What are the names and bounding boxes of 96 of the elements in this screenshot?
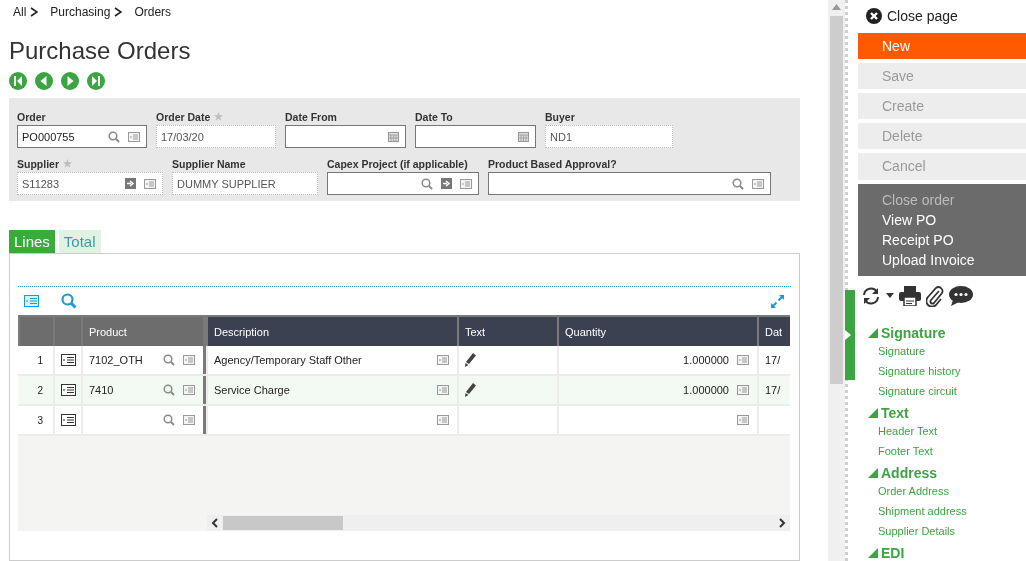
column-header[interactable]: Quantity	[557, 315, 757, 346]
close-page-link[interactable]: Close page	[887, 8, 958, 25]
pencil-icon[interactable]	[465, 353, 477, 367]
vertical-scrollbar[interactable]	[828, 0, 845, 561]
table-cell: Agency/Temporary Staff Other	[206, 346, 457, 374]
input-field[interactable]: PO000755	[17, 125, 147, 148]
expand-icon[interactable]	[770, 293, 785, 309]
chevron-icon	[114, 7, 123, 17]
scroll-up-icon[interactable]	[832, 4, 841, 10]
jump-arrow-icon[interactable]	[125, 178, 136, 189]
search-icon[interactable]	[163, 354, 175, 366]
table-cell: 1.000000	[557, 376, 757, 404]
field-label: Supplier	[17, 157, 59, 170]
search-icon[interactable]	[163, 384, 175, 396]
pencil-icon[interactable]	[465, 383, 477, 397]
close-icon[interactable]	[866, 8, 882, 25]
table-cell: 17/	[757, 376, 790, 404]
record-nav-icon[interactable]	[61, 72, 79, 90]
search-icon[interactable]	[163, 414, 175, 426]
calendar-icon[interactable]	[388, 131, 399, 142]
sidebar-link[interactable]: Signature circuit	[868, 381, 1026, 401]
sidebar-link[interactable]: Header Text	[868, 421, 1026, 441]
input-field[interactable]	[285, 125, 406, 148]
sidebar-link[interactable]: Supplier Details	[868, 521, 1026, 541]
horizontal-scrollbar[interactable]	[207, 515, 790, 531]
field-label: Date To	[415, 110, 453, 123]
column-header[interactable]: Text	[457, 315, 557, 346]
column-header[interactable]: Description	[206, 315, 457, 346]
menu-item[interactable]: Receipt PO	[882, 229, 1002, 250]
field-label: Order	[17, 110, 46, 123]
header-cell	[53, 315, 81, 346]
expand-triangle-icon[interactable]	[868, 468, 878, 478]
input-field[interactable]: 17/03/20	[156, 125, 276, 148]
header-cell	[18, 315, 53, 346]
detail-card-icon[interactable]	[60, 354, 76, 366]
section-heading[interactable]: Text	[881, 405, 909, 421]
detail-card-icon[interactable]	[60, 384, 76, 396]
sidebar-link[interactable]: Footer Text	[868, 441, 1026, 461]
input-field[interactable]	[415, 125, 536, 148]
input-field[interactable]: ND1	[545, 125, 673, 148]
scroll-right-icon[interactable]	[778, 518, 786, 528]
breadcrumb-link[interactable]: All	[13, 5, 27, 19]
tab[interactable]: Lines	[9, 230, 55, 253]
search-icon[interactable]	[732, 177, 744, 190]
table-cell: 17/	[757, 346, 790, 374]
section-heading[interactable]: EDI	[881, 545, 905, 561]
sidebar-link[interactable]: Signature history	[868, 361, 1026, 381]
field-label: Product Based Approval?	[488, 157, 617, 170]
action-button[interactable]: New	[858, 32, 1026, 59]
expand-triangle-icon[interactable]	[868, 408, 878, 418]
column-header[interactable]: Dat	[757, 315, 790, 346]
jump-arrow-icon[interactable]	[441, 178, 452, 189]
printer-icon[interactable]	[899, 285, 921, 306]
chevron-icon	[30, 7, 39, 17]
table-cell: Service Charge	[206, 376, 457, 404]
detail-card-icon[interactable]	[60, 414, 76, 426]
search-icon[interactable]	[108, 130, 120, 143]
field-label: Supplier Name	[172, 157, 246, 170]
menu-item[interactable]: Upload Invoice	[882, 249, 1002, 270]
chat-bubble-icon[interactable]	[949, 285, 973, 306]
sidebar-link[interactable]: Shipment address	[868, 501, 1026, 521]
breadcrumb-link[interactable]: Purchasing	[50, 5, 111, 19]
row-number: 1	[36, 353, 44, 368]
input-field[interactable]	[327, 172, 479, 195]
page-title: Purchase Orders	[9, 37, 192, 65]
field-label: Date From	[285, 110, 337, 123]
panel-toggle-handle[interactable]	[845, 290, 855, 380]
refresh-icon[interactable]	[861, 286, 881, 305]
sidebar-link[interactable]: Signature	[868, 341, 1026, 361]
row-number: 3	[36, 413, 44, 428]
tab[interactable]: Total	[58, 230, 101, 253]
record-nav-icon[interactable]	[87, 72, 105, 90]
paperclip-icon[interactable]	[926, 284, 944, 307]
column-header[interactable]: Product	[81, 315, 206, 346]
expand-triangle-icon[interactable]	[868, 328, 878, 338]
sidebar-link[interactable]: Order Address	[868, 481, 1026, 501]
input-field[interactable]: S11283	[17, 172, 163, 195]
expand-triangle-icon[interactable]	[868, 548, 878, 558]
scroll-left-icon[interactable]	[211, 518, 219, 528]
field-label: Capex Project (if applicable)	[327, 157, 468, 170]
search-icon[interactable]	[421, 177, 433, 190]
field-label: Order Date	[156, 110, 211, 123]
field-label: Buyer	[545, 110, 575, 123]
record-nav-icon[interactable]	[35, 72, 53, 90]
table-cell: 1.000000	[557, 346, 757, 374]
section-heading[interactable]: Signature	[881, 325, 946, 341]
breadcrumb-link[interactable]: Orders	[134, 5, 172, 19]
section-heading[interactable]: Address	[881, 465, 938, 481]
calendar-icon[interactable]	[518, 131, 529, 142]
record-nav-icon[interactable]	[9, 72, 27, 90]
row-number: 2	[36, 383, 44, 398]
caret-icon[interactable]	[886, 293, 894, 299]
search-icon[interactable]	[61, 293, 77, 309]
input-field[interactable]	[488, 172, 771, 195]
input-field[interactable]: DUMMY SUPPLIER	[172, 172, 318, 195]
menu-item[interactable]: View PO	[882, 209, 1002, 230]
